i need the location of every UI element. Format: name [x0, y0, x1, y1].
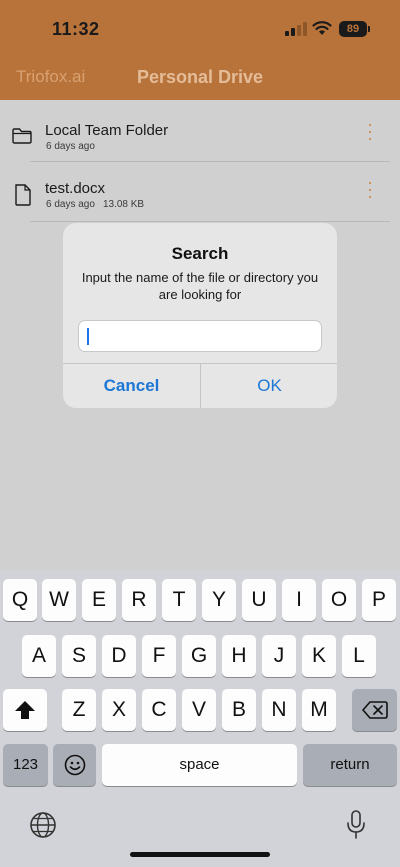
file-size: 13.08 KB [102, 199, 145, 210]
key-z[interactable]: Z [62, 689, 96, 731]
key-t[interactable]: T [162, 579, 196, 621]
app-header: 11:32 89 Triofox.ai Personal Drive [0, 0, 400, 100]
dialog-title: Search [171, 244, 229, 263]
key-l[interactable]: L [342, 635, 376, 677]
delete-icon [361, 701, 388, 719]
key-i[interactable]: I [282, 579, 316, 621]
battery-indicator: 89 [339, 21, 370, 37]
home-indicator[interactable] [130, 852, 270, 857]
list-item[interactable]: test.docx 6 days ago 13.08 KB [0, 162, 400, 222]
numbers-key[interactable]: 123 [3, 744, 48, 786]
backspace-key[interactable] [352, 689, 397, 731]
shift-icon [15, 701, 35, 719]
search-dialog: Search Input the name of the file or dir… [63, 223, 337, 408]
shift-key[interactable] [3, 689, 47, 731]
key-k[interactable]: K [302, 635, 336, 677]
key-a[interactable]: A [22, 635, 56, 677]
text-cursor [87, 328, 89, 345]
file-name: test.docx [45, 180, 106, 197]
return-key[interactable]: return [303, 744, 397, 786]
key-h[interactable]: H [222, 635, 256, 677]
key-g[interactable]: G [182, 635, 216, 677]
key-x[interactable]: X [102, 689, 136, 731]
list-item[interactable]: Local Team Folder 6 days ago [0, 100, 400, 162]
space-key[interactable]: space [102, 744, 297, 786]
page-title: Personal Drive [136, 67, 264, 87]
cancel-button[interactable]: Cancel [63, 364, 200, 408]
key-b[interactable]: B [222, 689, 256, 731]
key-m[interactable]: M [302, 689, 336, 731]
key-q[interactable]: Q [3, 579, 37, 621]
dialog-message: Input the name of the file or directory … [81, 270, 319, 302]
file-icon [15, 184, 31, 206]
key-r[interactable]: R [122, 579, 156, 621]
emoji-key[interactable] [53, 744, 96, 786]
search-input[interactable] [78, 320, 322, 352]
key-p[interactable]: P [362, 579, 396, 621]
key-o[interactable]: O [322, 579, 356, 621]
key-v[interactable]: V [182, 689, 216, 731]
key-y[interactable]: Y [202, 579, 236, 621]
file-modified: 6 days ago [46, 141, 95, 152]
file-meta: 6 days ago [46, 141, 95, 152]
wifi-icon [312, 21, 332, 35]
file-modified: 6 days ago [46, 199, 95, 210]
ok-button[interactable]: OK [201, 364, 337, 408]
key-u[interactable]: U [242, 579, 276, 621]
row-divider [30, 221, 390, 222]
more-options-icon[interactable] [369, 124, 373, 145]
globe-icon[interactable] [29, 811, 57, 839]
onscreen-keyboard: Q W E R T Y U I O P A S D F G H J K L Z … [0, 570, 400, 867]
key-d[interactable]: D [102, 635, 136, 677]
emoji-icon [64, 754, 85, 776]
key-j[interactable]: J [262, 635, 296, 677]
status-time: 11:32 [52, 19, 100, 39]
key-s[interactable]: S [62, 635, 96, 677]
file-list: Local Team Folder 6 days ago test.docx 6… [0, 100, 400, 222]
cellular-signal-icon [285, 22, 307, 36]
file-name: Local Team Folder [45, 122, 169, 139]
file-meta: 6 days ago 13.08 KB [46, 199, 144, 210]
microphone-icon[interactable] [345, 810, 367, 840]
more-options-icon[interactable] [369, 182, 373, 203]
key-n[interactable]: N [262, 689, 296, 731]
folder-icon [12, 128, 32, 144]
key-c[interactable]: C [142, 689, 176, 731]
key-w[interactable]: W [42, 579, 76, 621]
key-e[interactable]: E [82, 579, 116, 621]
key-f[interactable]: F [142, 635, 176, 677]
